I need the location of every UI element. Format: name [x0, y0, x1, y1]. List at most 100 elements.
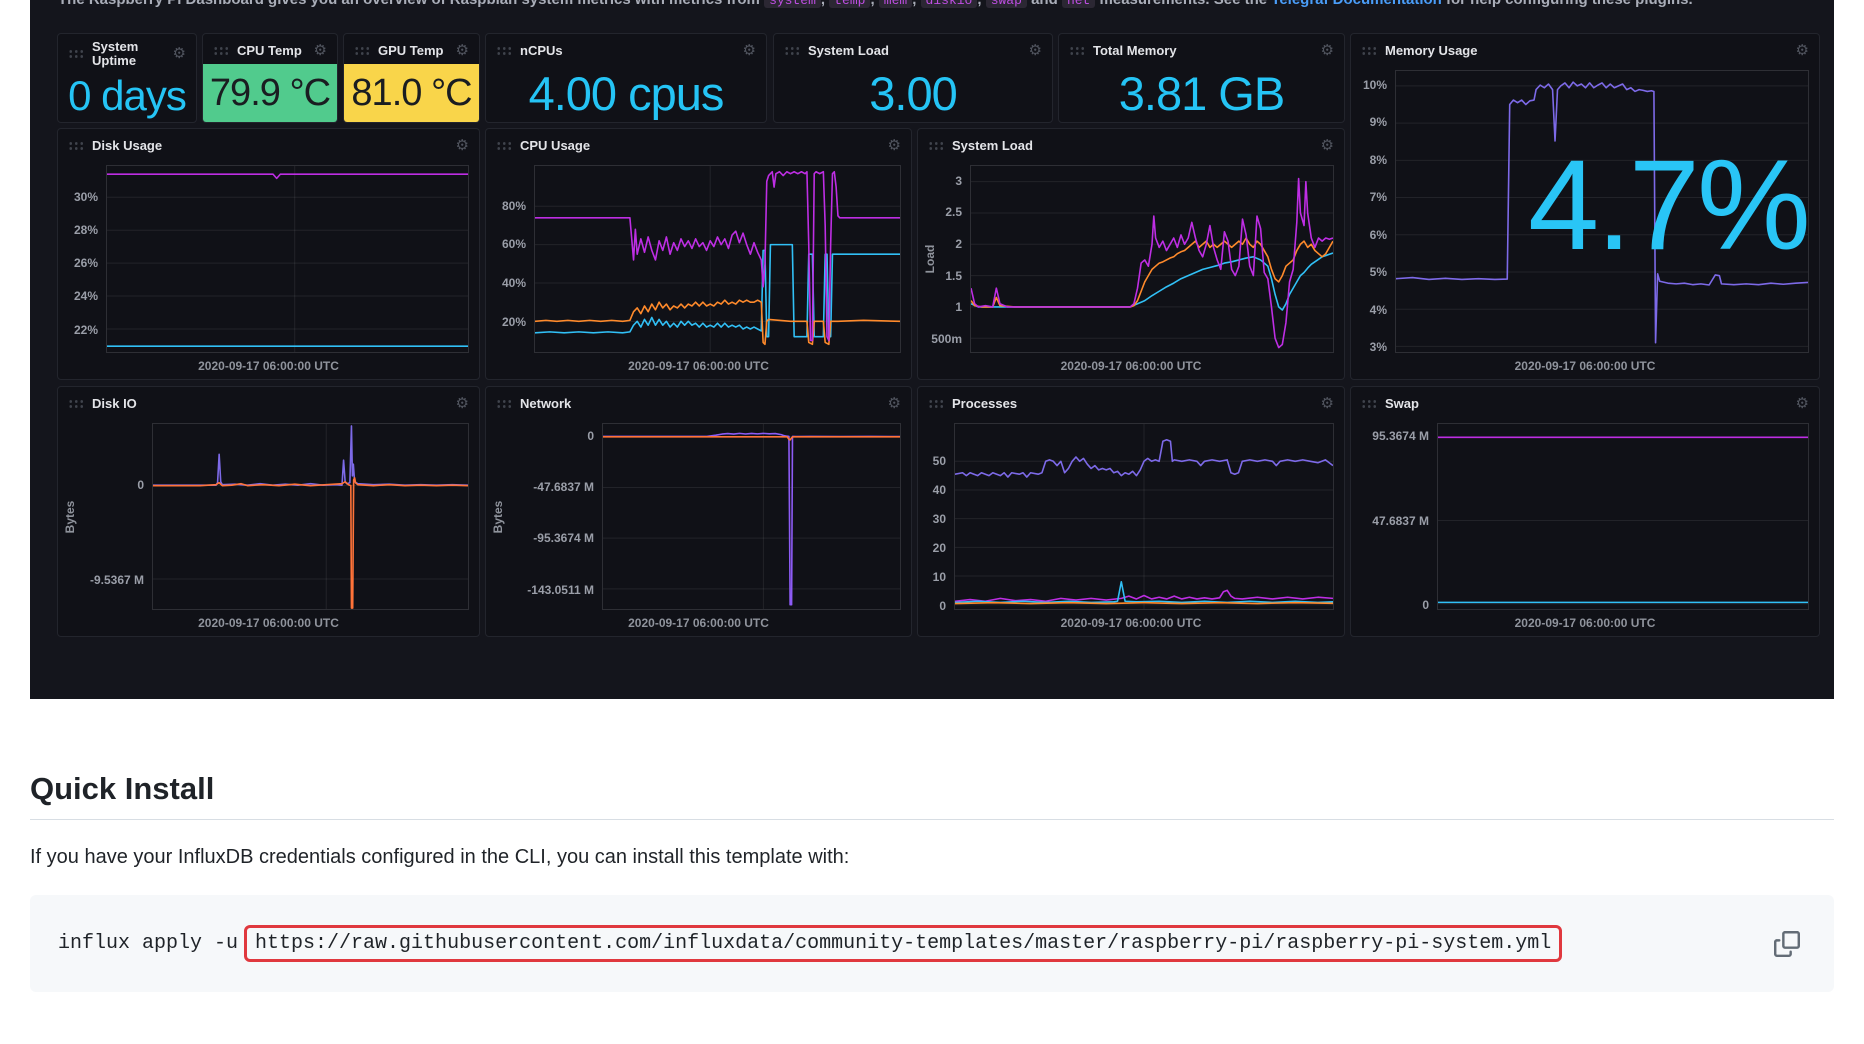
x-axis-label: 2020-09-17 06:00:00 UTC	[1351, 612, 1819, 636]
gear-icon[interactable]: ⚙	[888, 397, 901, 411]
y-tick-label: 500m	[931, 332, 962, 346]
note-text-end: for help configuring these plugins.	[1446, 0, 1693, 8]
code-url: https://raw.githubusercontent.com/influx…	[255, 932, 1551, 955]
y-tick-label: -143.0511 M	[527, 583, 594, 597]
drag-handle-icon[interactable]	[1361, 399, 1377, 410]
gear-icon[interactable]: ⚙	[314, 44, 327, 58]
drag-handle-icon[interactable]	[68, 399, 84, 410]
y-axis-unit: Load	[922, 165, 938, 353]
drag-handle-icon[interactable]	[213, 46, 229, 57]
y-tick-label: 0	[1422, 598, 1429, 612]
y-tick-label: 0	[137, 478, 144, 492]
y-tick-label: 2	[955, 237, 962, 251]
telegraf-documentation-link[interactable]: Telegraf Documentation	[1271, 0, 1442, 8]
y-axis-unit: Bytes	[62, 423, 78, 610]
gear-icon[interactable]: ⚙	[456, 139, 469, 153]
panel-ncpus: nCPUs ⚙ 4.00 cpus	[485, 33, 767, 123]
drag-handle-icon[interactable]	[928, 399, 944, 410]
gear-icon[interactable]: ⚙	[173, 47, 186, 61]
note-text-mid: measurements. See the	[1100, 0, 1268, 8]
disk-usage-chart	[106, 165, 469, 353]
stat-value: 3.00	[869, 66, 956, 121]
code-badge: system	[764, 0, 821, 8]
install-instructions: If you have your InfluxDB credentials co…	[30, 846, 1834, 869]
network-chart	[602, 423, 901, 610]
drag-handle-icon[interactable]	[354, 46, 370, 57]
gear-icon[interactable]: ⚙	[888, 139, 901, 153]
y-tick-label: -95.3674 M	[533, 531, 594, 545]
install-code-block: influx apply -u https://raw.githubusercon…	[30, 895, 1834, 992]
y-tick-label: 6%	[1370, 228, 1387, 242]
panel-system-load-stat: System Load ⚙ 3.00	[773, 33, 1053, 123]
panel-title: nCPUs	[520, 44, 563, 58]
drag-handle-icon[interactable]	[784, 46, 800, 57]
swap-chart	[1437, 423, 1809, 610]
disk-io-chart	[152, 423, 469, 610]
y-tick-label: 5%	[1370, 265, 1387, 279]
y-axis: 32.521.51500m	[938, 165, 970, 353]
y-tick-label: 60%	[502, 237, 526, 251]
drag-handle-icon[interactable]	[496, 46, 512, 57]
drag-handle-icon[interactable]	[928, 141, 944, 152]
panel-network: Network ⚙ Bytes 0-47.6837 M-95.3674 M-14…	[485, 386, 912, 637]
gear-icon[interactable]: ⚙	[456, 397, 469, 411]
drag-handle-icon[interactable]	[68, 141, 84, 152]
panel-system-load-chart: System Load ⚙ Load 32.521.51500m 2020-09…	[917, 128, 1345, 380]
y-axis: 80%60%40%20%	[490, 165, 534, 353]
copy-icon[interactable]	[1774, 931, 1800, 957]
panel-title: System Load	[808, 44, 889, 58]
panel-swap: Swap ⚙ 95.3674 M47.6837 M0 2020-09-17 06…	[1350, 386, 1820, 637]
stat-value: 4.00 cpus	[529, 66, 724, 121]
y-axis: 10%9%8%7%6%5%4%3%	[1355, 70, 1395, 353]
y-tick-label: 10%	[1363, 78, 1387, 92]
panel-title: Swap	[1385, 397, 1419, 411]
y-tick-label: 4%	[1370, 303, 1387, 317]
x-axis-label: 2020-09-17 06:00:00 UTC	[1351, 355, 1819, 379]
y-tick-label: 40%	[502, 276, 526, 290]
drag-handle-icon[interactable]	[496, 399, 512, 410]
code-badge: diskio	[921, 0, 978, 8]
y-axis: 95.3674 M47.6837 M0	[1355, 423, 1437, 610]
processes-chart	[954, 423, 1334, 610]
y-tick-label: 20%	[502, 315, 526, 329]
code-command: influx apply -u	[58, 932, 238, 955]
panel-title: GPU Temp	[378, 44, 444, 58]
panel-title: Disk IO	[92, 397, 137, 411]
drag-handle-icon[interactable]	[1069, 46, 1085, 57]
readme-section: Quick Install If you have your InfluxDB …	[30, 699, 1834, 992]
gear-icon[interactable]: ⚙	[1321, 44, 1334, 58]
panel-disk-io: Disk IO ⚙ Bytes 0-9.5367 M 2020-09-17 06…	[57, 386, 480, 637]
gear-icon[interactable]: ⚙	[1796, 397, 1809, 411]
gear-icon[interactable]: ⚙	[1321, 139, 1334, 153]
drag-handle-icon[interactable]	[1361, 46, 1377, 57]
gear-icon[interactable]: ⚙	[1796, 44, 1809, 58]
gear-icon[interactable]: ⚙	[1029, 44, 1042, 58]
y-tick-label: 30	[933, 512, 946, 526]
gear-icon[interactable]: ⚙	[743, 44, 756, 58]
gear-icon[interactable]: ⚙	[1321, 397, 1334, 411]
y-tick-label: 10	[933, 570, 946, 584]
x-axis-label: 2020-09-17 06:00:00 UTC	[486, 612, 911, 636]
annotation-red-box: https://raw.githubusercontent.com/influx…	[244, 925, 1562, 962]
drag-handle-icon[interactable]	[68, 49, 84, 60]
memory-usage-chart: 4.7%	[1395, 70, 1809, 353]
y-tick-label: 95.3674 M	[1372, 429, 1429, 443]
gear-icon[interactable]: ⚙	[456, 44, 469, 58]
panel-memory-usage: Memory Usage ⚙ 10%9%8%7%6%5%4%3% 4.7% 20…	[1350, 33, 1820, 380]
y-tick-label: 28%	[74, 223, 98, 237]
drag-handle-icon[interactable]	[496, 141, 512, 152]
panel-system-uptime: System Uptime ⚙ 0 days	[57, 33, 197, 123]
stat-value: 0 days	[68, 72, 186, 120]
y-tick-label: 22%	[74, 323, 98, 337]
stat-background: 81.0 °C	[344, 64, 479, 122]
code-badge: swap	[986, 0, 1027, 8]
code-badge: mem	[879, 0, 912, 8]
panel-title: System Load	[952, 139, 1033, 153]
note-sep: ,	[912, 0, 916, 8]
y-tick-label: 0	[939, 599, 946, 613]
cpu-usage-chart	[534, 165, 901, 353]
code-badge: temp	[829, 0, 870, 8]
y-tick-label: 1	[955, 300, 962, 314]
panel-gpu-temp: GPU Temp ⚙ 81.0 °C	[343, 33, 480, 123]
quick-install-heading: Quick Install	[30, 771, 1834, 820]
